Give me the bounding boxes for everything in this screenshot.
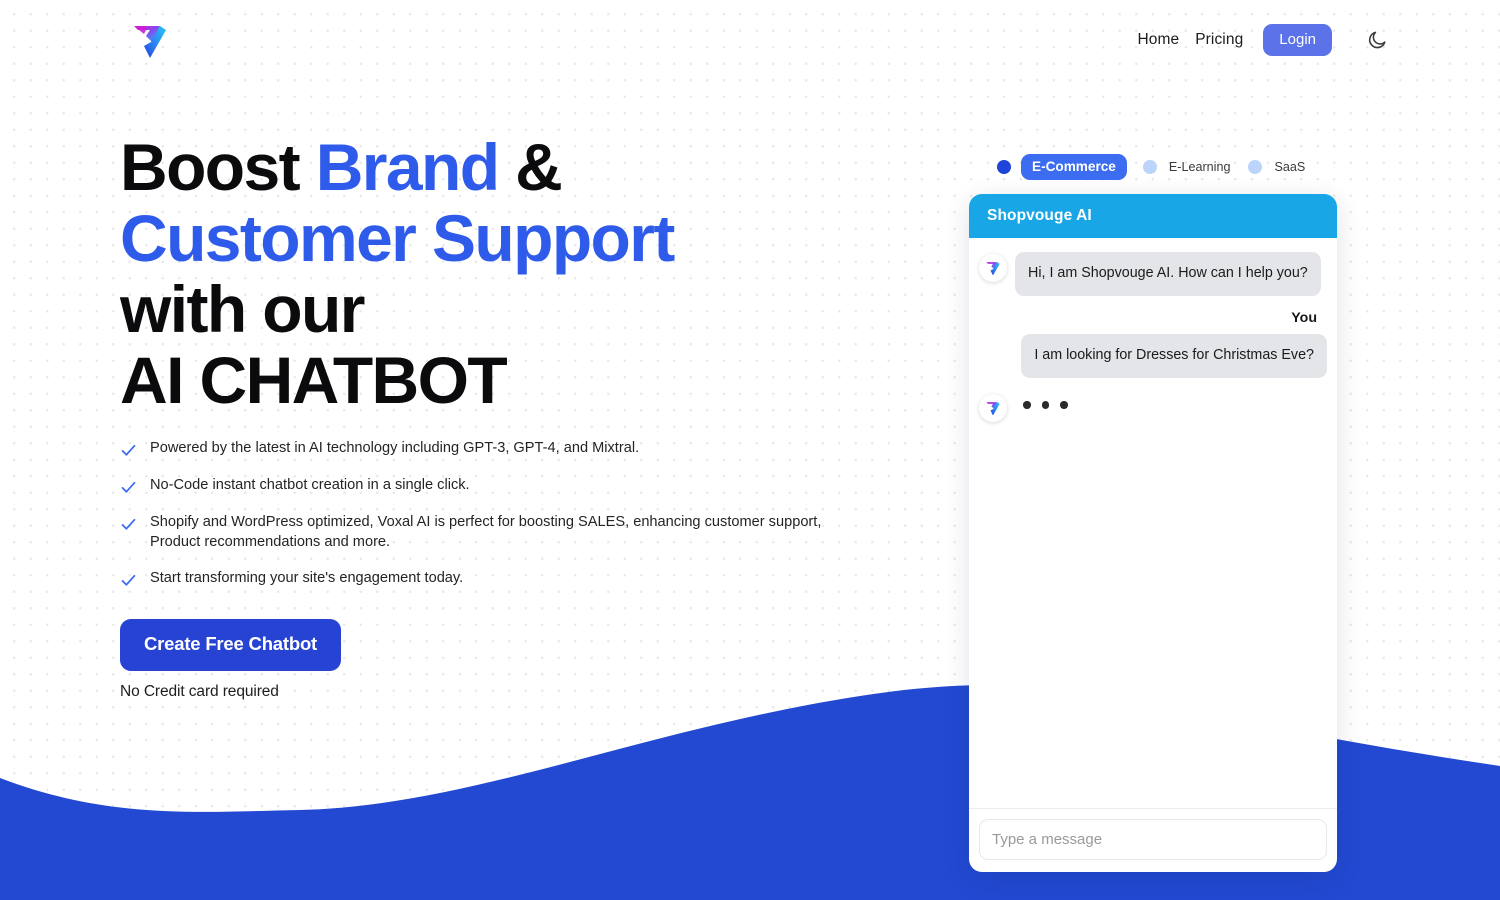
list-item: Shopify and WordPress optimized, Voxal A… [120, 512, 910, 552]
list-item: No-Code instant chatbot creation in a si… [120, 475, 910, 496]
message-sender-label: You [1291, 310, 1317, 326]
message-bubble: Hi, I am Shopvouge AI. How can I help yo… [1015, 252, 1321, 296]
page-root: Home Pricing Login Boost Brand & Custome… [0, 0, 1500, 900]
avatar [979, 254, 1007, 282]
hero-section: Boost Brand & Customer Support with our … [120, 132, 910, 701]
headline-part-with-our: with our [120, 272, 365, 346]
tab-label: E-Commerce [1021, 153, 1127, 181]
feature-list: Powered by the latest in AI technology i… [120, 438, 910, 589]
demo-tabs: E-Commerce E-Learning SaaS [969, 150, 1337, 184]
tab-dot-icon [997, 160, 1011, 174]
message-bubble: I am looking for Dresses for Christmas E… [1021, 334, 1327, 378]
headline-part-customer-support: Customer Support [120, 201, 675, 275]
typing-indicator [1015, 392, 1072, 409]
chat-widget: Shopvouge AI Hi, I am Shopvouge AI. How … [969, 194, 1337, 872]
check-icon [121, 574, 136, 586]
chat-header: Shopvouge AI [969, 194, 1337, 238]
list-item: Start transforming your site's engagemen… [120, 568, 910, 589]
chat-message-bot: Hi, I am Shopvouge AI. How can I help yo… [979, 252, 1327, 296]
tab-label: SaaS [1274, 159, 1306, 174]
cta-note: No Credit card required [120, 682, 279, 700]
chat-message-user: I am looking for Dresses for Christmas E… [979, 334, 1327, 378]
typing-dot [1023, 401, 1031, 409]
login-button[interactable]: Login [1263, 24, 1332, 56]
cta-group: Create Free Chatbot No Credit card requi… [120, 619, 910, 701]
chat-message-list: Hi, I am Shopvouge AI. How can I help yo… [969, 238, 1337, 808]
bot-avatar-icon [986, 402, 1000, 416]
headline-part-boost: Boost [120, 130, 316, 204]
chat-demo-column: E-Commerce E-Learning SaaS Shopvouge AI [969, 150, 1337, 872]
chat-footer [969, 808, 1337, 872]
avatar [979, 394, 1007, 422]
feature-text: Start transforming your site's engagemen… [150, 570, 464, 586]
check-icon [121, 518, 136, 530]
tab-dot-icon [1248, 160, 1263, 174]
nav-link-home[interactable]: Home [1137, 32, 1179, 48]
list-item: Powered by the latest in AI technology i… [120, 438, 910, 459]
tab-e-commerce[interactable]: E-Commerce [997, 153, 1127, 181]
check-icon [121, 444, 136, 456]
headline-part-amp: & [498, 130, 563, 204]
typing-dot [1041, 401, 1049, 409]
bot-avatar-icon [986, 262, 1000, 276]
moon-icon [1368, 31, 1386, 49]
chat-message-user-group: You I am looking for Dresses for Christm… [979, 310, 1327, 378]
page-title: Boost Brand & Customer Support with our … [120, 132, 910, 416]
tab-dot-icon [1142, 160, 1157, 174]
chat-message-typing [979, 392, 1327, 422]
headline-part-brand: Brand [315, 130, 500, 204]
feature-text: Shopify and WordPress optimized, Voxal A… [150, 514, 822, 550]
typing-dot [1060, 401, 1068, 409]
chat-title: Shopvouge AI [987, 207, 1092, 224]
nav-link-pricing[interactable]: Pricing [1195, 32, 1243, 48]
tab-label: E-Learning [1168, 159, 1231, 174]
theme-toggle-button[interactable] [1364, 27, 1390, 53]
headline-part-ai-chatbot: AI CHATBOT [120, 343, 508, 417]
site-header: Home Pricing Login [0, 0, 1500, 80]
voxal-v-logo[interactable] [126, 16, 174, 64]
check-icon [121, 481, 136, 493]
tab-e-learning[interactable]: E-Learning [1142, 155, 1233, 180]
feature-text: Powered by the latest in AI technology i… [150, 440, 640, 456]
primary-nav: Home Pricing Login [1137, 22, 1390, 58]
tab-saas[interactable]: SaaS [1248, 155, 1307, 180]
feature-text: No-Code instant chatbot creation in a si… [150, 477, 470, 493]
chat-message-input[interactable] [979, 819, 1327, 860]
create-free-chatbot-button[interactable]: Create Free Chatbot [120, 619, 342, 671]
